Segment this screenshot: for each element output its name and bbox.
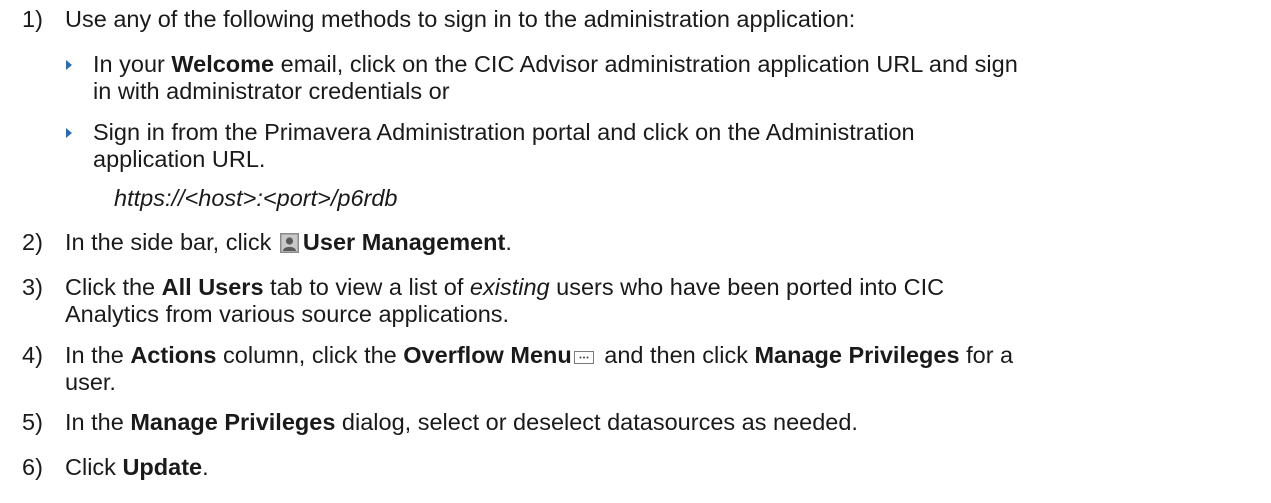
user-management-icon: [279, 233, 299, 253]
bullet-triangle-icon: [66, 128, 72, 138]
bullet-line-1: Sign in from the Primavera Administratio…: [93, 119, 915, 145]
step-text: Click Update.: [65, 454, 209, 480]
step-text: Use any of the following methods to sign…: [65, 6, 856, 32]
instructions-document: 1) Use any of the following methods to s…: [0, 0, 1271, 503]
step-text: In the Manage Privileges dialog, select …: [65, 409, 858, 435]
overflow-menu-icon: [573, 351, 594, 364]
step-text: In the side bar, click User Management.: [65, 229, 512, 255]
bullet-line-2: application URL.: [93, 146, 266, 172]
step-text-line-2: user.: [65, 369, 116, 395]
admin-url: https://<host>:<port>/p6rdb: [114, 185, 398, 211]
step-number: 4): [22, 342, 43, 368]
step-text-line-1: Click the All Users tab to view a list o…: [65, 274, 945, 300]
step-number: 1): [22, 6, 43, 32]
step-number: 2): [22, 229, 43, 255]
welcome-label: Welcome: [171, 51, 275, 77]
step-text-line-2: Analytics from various source applicatio…: [65, 301, 510, 327]
bullet-triangle-icon: [66, 60, 72, 70]
bullet-line-1: In your Welcome email, click on the CIC …: [93, 51, 1018, 77]
step-number: 3): [22, 274, 43, 300]
bullet-line-2: in with administrator credentials or: [93, 78, 450, 104]
step-number: 5): [22, 409, 43, 435]
step-text-line-1: In the Actions column, click the Overflo…: [65, 342, 1014, 368]
step-number: 6): [22, 454, 43, 480]
